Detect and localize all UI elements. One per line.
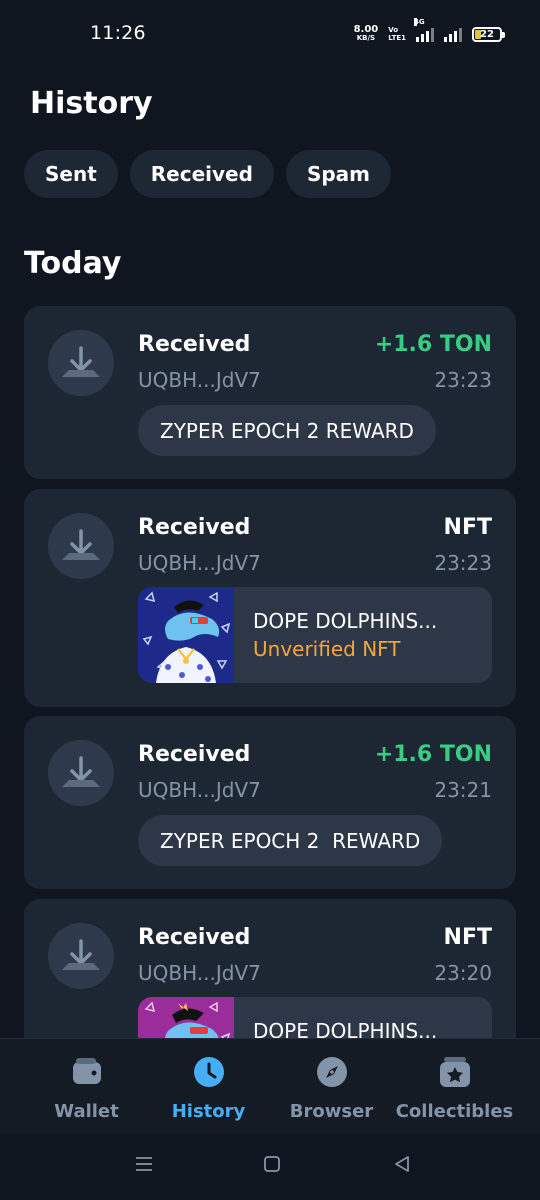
transaction-card[interactable]: Received NFT UQBH...JdV7 23:23 DOPE DOLP…	[24, 489, 516, 707]
filter-sent[interactable]: Sent	[24, 150, 118, 198]
filter-received[interactable]: Received	[129, 150, 274, 198]
system-nav-bar	[0, 1134, 540, 1200]
transaction-title: Received	[138, 925, 251, 950]
transaction-card[interactable]: Received NFT UQBH...JdV7 23:20 DOPE DOLP…	[24, 899, 516, 1038]
transaction-time: 23:23	[434, 368, 492, 392]
nft-dolphin-image	[138, 587, 234, 683]
compass-icon	[316, 1057, 347, 1087]
receive-arrow-icon	[48, 330, 114, 396]
transaction-comment: ZYPER EPOCH 2 REWARD	[138, 815, 443, 866]
transaction-list[interactable]: Received +1.6 TON UQBH...JdV7 23:23 ZYPE…	[24, 306, 516, 1038]
nft-preview[interactable]: DOPE DOLPHINS... Unverified NFT	[138, 587, 492, 683]
clock-icon	[193, 1057, 224, 1087]
transaction-amount: NFT	[443, 925, 492, 950]
transaction-title: Received	[138, 332, 251, 357]
nav-wallet[interactable]: Wallet	[19, 1055, 154, 1122]
status-time: 11:26	[90, 22, 146, 44]
status-indicators: 8.00 KB/S Vo LTE1 4G 22	[353, 18, 505, 46]
transaction-amount: +1.6 TON	[374, 742, 492, 767]
nav-browser[interactable]: Browser	[264, 1055, 399, 1122]
volte-indicator: Vo LTE1	[388, 26, 406, 42]
signal-icon-2	[444, 26, 462, 42]
transaction-title: Received	[138, 742, 251, 767]
battery-icon: 22	[472, 26, 505, 42]
transaction-address: UQBH...JdV7	[138, 551, 261, 575]
wallet-icon	[72, 1058, 101, 1084]
filter-chips: Sent Received Spam	[24, 150, 392, 198]
transaction-address: UQBH...JdV7	[138, 368, 261, 392]
transaction-address: UQBH...JdV7	[138, 778, 261, 802]
nft-name: DOPE DOLPHINS...	[253, 1019, 438, 1038]
page-title: History	[30, 86, 153, 121]
nft-unverified-label: Unverified NFT	[253, 637, 401, 661]
transaction-title: Received	[138, 515, 251, 540]
transaction-time: 23:20	[434, 961, 492, 985]
bottom-nav: Wallet History Browser Collectibles	[0, 1038, 540, 1134]
back-icon[interactable]	[392, 1154, 412, 1174]
transaction-address: UQBH...JdV7	[138, 961, 261, 985]
star-box-icon	[439, 1057, 470, 1087]
section-title-today: Today	[24, 246, 122, 281]
home-icon[interactable]	[262, 1154, 282, 1174]
filter-spam[interactable]: Spam	[285, 150, 392, 198]
nft-dolphin-image	[138, 997, 234, 1038]
network-speed: 8.00 KB/S	[353, 24, 379, 43]
nft-name: DOPE DOLPHINS...	[253, 609, 438, 633]
transaction-time: 23:21	[434, 778, 492, 802]
receive-arrow-icon	[48, 740, 114, 806]
transaction-amount: +1.6 TON	[374, 332, 492, 357]
transaction-amount: NFT	[443, 515, 492, 540]
nft-preview[interactable]: DOPE DOLPHINS...	[138, 997, 492, 1038]
menu-icon[interactable]	[134, 1154, 154, 1174]
nav-history[interactable]: History	[141, 1055, 276, 1122]
transaction-time: 23:23	[434, 551, 492, 575]
transaction-card[interactable]: Received +1.6 TON UQBH...JdV7 23:21 ZYPE…	[24, 716, 516, 889]
signal-icon: 4G	[414, 18, 434, 42]
nav-collectibles[interactable]: Collectibles	[387, 1055, 522, 1122]
status-bar: 11:26 8.00 KB/S Vo LTE1 4G 22	[0, 0, 540, 68]
receive-arrow-icon	[48, 513, 114, 579]
transaction-card[interactable]: Received +1.6 TON UQBH...JdV7 23:23 ZYPE…	[24, 306, 516, 479]
transaction-comment: ZYPER EPOCH 2 REWARD	[138, 405, 436, 456]
receive-arrow-icon	[48, 923, 114, 989]
